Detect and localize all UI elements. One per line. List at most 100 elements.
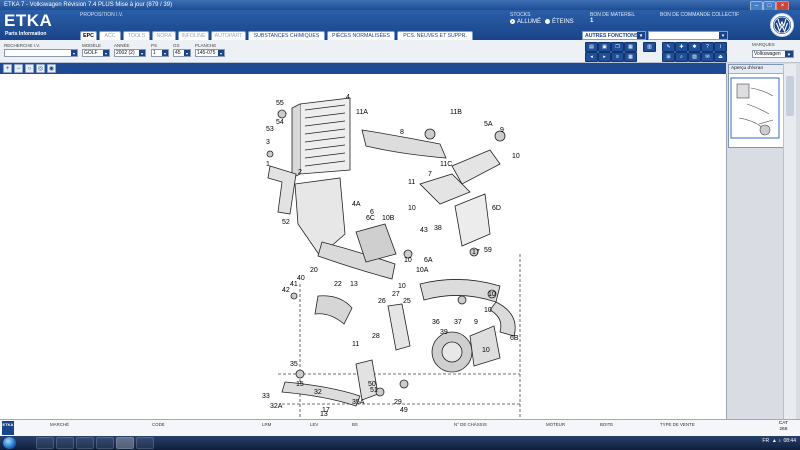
part-callout-label[interactable]: 11 bbox=[352, 341, 359, 348]
document-icon[interactable]: ▦ bbox=[624, 42, 637, 52]
part-callout-label[interactable]: 35 bbox=[290, 361, 298, 368]
part-callout-label[interactable]: 6D bbox=[492, 205, 501, 212]
part-callout-label[interactable]: 3 bbox=[266, 139, 270, 146]
zoom-width-icon[interactable]: ◎ bbox=[36, 64, 45, 73]
part-callout-label[interactable]: 55 bbox=[276, 100, 284, 107]
part-callout-label[interactable]: 13 bbox=[350, 281, 358, 288]
part-callout-label[interactable]: 41 bbox=[290, 281, 298, 288]
grid-icon[interactable]: ▦ bbox=[624, 52, 637, 62]
planche-select[interactable]: 145-075 ▾ bbox=[195, 49, 225, 57]
bon-materiel-value[interactable]: 1 bbox=[590, 18, 593, 24]
info-icon[interactable]: i bbox=[714, 42, 727, 52]
part-callout-label[interactable]: 13 bbox=[320, 411, 328, 418]
autres-fonctions-dropdown[interactable]: ▾ bbox=[648, 31, 728, 40]
part-callout-label[interactable]: 32 bbox=[314, 389, 322, 396]
part-callout-label[interactable]: 59 bbox=[484, 247, 492, 254]
print-icon[interactable]: ▤ bbox=[585, 42, 598, 52]
ie-taskbar-icon[interactable] bbox=[76, 437, 94, 449]
part-callout-label[interactable]: 15 bbox=[296, 381, 304, 388]
part-callout-label[interactable]: 8 bbox=[400, 129, 404, 136]
part-callout-label[interactable]: 4A bbox=[352, 201, 361, 208]
start-button-icon[interactable] bbox=[3, 437, 16, 449]
part-callout-label[interactable]: 11C bbox=[440, 161, 452, 168]
gs-select[interactable]: 45 ▾ bbox=[173, 49, 191, 57]
part-callout-label[interactable]: 35A bbox=[352, 399, 365, 406]
part-callout-label[interactable]: 36 bbox=[432, 319, 440, 326]
language-indicator[interactable]: FR bbox=[762, 438, 769, 444]
screen-preview-panel[interactable]: Aperçu d'écran bbox=[728, 64, 784, 148]
part-callout-label[interactable]: 40 bbox=[297, 275, 305, 282]
tab-pieces-normalisees[interactable]: PIÈCES NORMALISÉES bbox=[327, 31, 395, 40]
help-icon[interactable]: ? bbox=[701, 42, 714, 52]
cart-icon[interactable]: ⊞ bbox=[662, 52, 675, 62]
part-callout-label[interactable]: 7 bbox=[428, 171, 432, 178]
part-callout-label[interactable]: 25 bbox=[403, 298, 411, 305]
part-callout-label[interactable]: 9 bbox=[500, 127, 504, 134]
part-callout-label[interactable]: 39 bbox=[440, 329, 448, 336]
annee-select[interactable]: 2002 (2) ▾ bbox=[114, 49, 146, 57]
explorer-taskbar-icon[interactable] bbox=[36, 437, 54, 449]
tab-acc[interactable]: ACC bbox=[99, 31, 121, 40]
scroll-thumb[interactable] bbox=[786, 76, 794, 116]
system-tray[interactable]: FR ▲ ♪ 08:44 bbox=[762, 438, 796, 444]
zoom-out-icon[interactable]: − bbox=[14, 64, 23, 73]
forward-arrow-icon[interactable]: ▸ bbox=[598, 52, 611, 62]
part-callout-label[interactable]: 4 bbox=[346, 94, 350, 101]
part-callout-label[interactable]: 10 bbox=[484, 307, 492, 314]
part-callout-label[interactable]: 37 bbox=[454, 319, 462, 326]
part-callout-label[interactable]: 5A bbox=[484, 121, 493, 128]
part-callout-label[interactable]: 2 bbox=[298, 169, 302, 176]
marques-select[interactable]: Volkswagen ▾ bbox=[752, 50, 794, 58]
tab-infoline[interactable]: INFOLINE bbox=[178, 31, 209, 40]
zoom-fit-icon[interactable]: ○ bbox=[25, 64, 34, 73]
modele-select[interactable]: GOLF ▾ bbox=[82, 49, 110, 57]
part-callout-label[interactable]: 26 bbox=[378, 298, 386, 305]
zoom-original-icon[interactable]: ◉ bbox=[47, 64, 56, 73]
exit-icon[interactable]: ⏏ bbox=[714, 52, 727, 62]
etka-taskbar-icon[interactable] bbox=[116, 437, 134, 449]
part-callout-label[interactable]: 6B bbox=[510, 335, 519, 342]
list-icon[interactable]: ≡ bbox=[611, 52, 624, 62]
part-callout-label[interactable]: 52 bbox=[282, 219, 290, 226]
tab-epc[interactable]: EPC bbox=[80, 31, 97, 40]
tab-tools[interactable]: TOOLS bbox=[123, 31, 150, 40]
part-callout-label[interactable]: 11 bbox=[408, 179, 415, 186]
tools-icon[interactable]: ✚ bbox=[675, 42, 688, 52]
part-callout-label[interactable]: 10B bbox=[382, 215, 395, 222]
part-callout-label[interactable]: 1 bbox=[266, 161, 270, 168]
part-callout-label[interactable]: 33 bbox=[262, 393, 270, 400]
ps-select[interactable]: 1 ▾ bbox=[151, 49, 169, 57]
app-taskbar-icon[interactable] bbox=[136, 437, 154, 449]
note-icon[interactable]: ✉ bbox=[701, 52, 714, 62]
part-callout-label[interactable]: 10 bbox=[398, 283, 406, 290]
tab-autopart[interactable]: AUTOPART bbox=[211, 31, 246, 40]
part-callout-label[interactable]: 51 bbox=[370, 387, 378, 394]
search-icon[interactable]: ⌕ bbox=[675, 52, 688, 62]
exploded-parts-diagram[interactable]: 55 4 54 53 3 11A 8 11B 5A 9 10 2 1 11C 11 7 10 4A 6 52 6C 10B… bbox=[0, 74, 727, 419]
proposition-label[interactable]: PROPOSITION I.V. bbox=[80, 12, 123, 18]
tab-nora[interactable]: NORA bbox=[152, 31, 176, 40]
part-callout-label[interactable]: 11B bbox=[450, 109, 462, 116]
part-callout-label[interactable]: 43 bbox=[420, 227, 428, 234]
part-callout-label[interactable]: 17 bbox=[472, 249, 480, 256]
stock-off-radio[interactable]: ÉTEINS bbox=[545, 19, 574, 25]
book-icon[interactable]: ▥ bbox=[643, 42, 656, 52]
part-callout-label[interactable]: 9 bbox=[474, 319, 478, 326]
part-callout-label[interactable]: 29 bbox=[394, 399, 402, 406]
part-callout-label[interactable]: 22 bbox=[334, 281, 342, 288]
part-callout-label[interactable]: 38 bbox=[434, 225, 442, 232]
part-callout-label[interactable]: 27 bbox=[392, 291, 400, 298]
back-arrow-icon[interactable]: ◂ bbox=[585, 52, 598, 62]
part-callout-label[interactable]: 11A bbox=[356, 109, 368, 116]
save-icon[interactable]: ▣ bbox=[598, 42, 611, 52]
part-callout-label[interactable]: 53 bbox=[266, 126, 274, 133]
part-callout-label[interactable]: 10 bbox=[404, 257, 412, 264]
part-callout-label[interactable]: 6A bbox=[424, 257, 433, 264]
part-callout-label[interactable]: 10 bbox=[488, 291, 496, 298]
part-callout-label[interactable]: 49 bbox=[400, 407, 408, 414]
tab-pcs-neuves-suppr[interactable]: PCS. NEUVES ET SUPPR. bbox=[397, 31, 473, 40]
part-callout-label[interactable]: 10A bbox=[416, 267, 429, 274]
vertical-scrollbar[interactable] bbox=[783, 64, 796, 419]
recherche-input[interactable]: ▾ bbox=[4, 49, 78, 57]
settings-icon[interactable]: ✱ bbox=[688, 42, 701, 52]
